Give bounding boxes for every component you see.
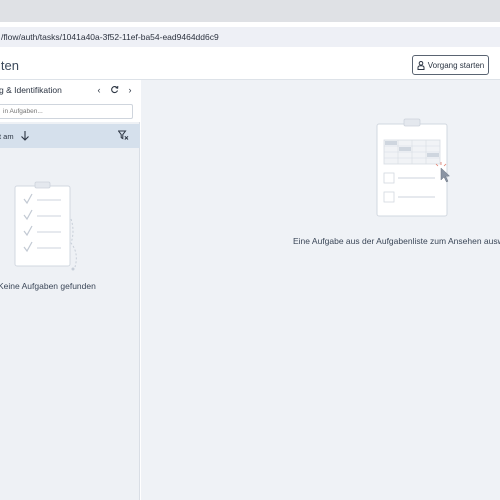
task-search-input[interactable] [0,104,133,119]
task-list-panel: g & Identifikation ‹ › t am [0,80,140,500]
start-process-label: Vorgang starten [427,60,485,70]
page-title: iten [0,58,19,73]
task-list-title: g & Identifikation [0,85,62,95]
person-icon [417,60,425,70]
browser-toolbar: /flow/auth/tasks/1041a40a-3f52-11ef-ba54… [0,22,500,51]
arrow-down-icon[interactable] [20,130,30,142]
select-task-message: Eine Aufgabe aus der Aufgabenliste zum A… [293,236,500,246]
app-header: iten Vorgang starten [0,51,500,80]
filter-clear-icon[interactable] [118,130,129,141]
chevron-right-icon[interactable]: › [124,84,136,96]
address-bar[interactable]: /flow/auth/tasks/1041a40a-3f52-11ef-ba54… [0,27,500,47]
start-process-button[interactable]: Vorgang starten [412,55,489,75]
task-list-header: g & Identifikation ‹ › [0,80,140,100]
empty-tasks-message: Keine Aufgaben gefunden [0,281,96,291]
browser-tabstrip [0,0,500,22]
refresh-icon[interactable] [108,84,120,96]
chevron-left-icon[interactable]: ‹ [93,84,105,96]
empty-tasks-illustration [14,181,77,271]
sort-label[interactable]: t am [0,132,14,141]
task-detail-panel: Eine Aufgabe aus der Aufgabenliste zum A… [141,80,500,500]
sort-bar: t am [0,124,140,148]
task-search-row [0,100,140,122]
select-task-illustration [376,118,451,217]
